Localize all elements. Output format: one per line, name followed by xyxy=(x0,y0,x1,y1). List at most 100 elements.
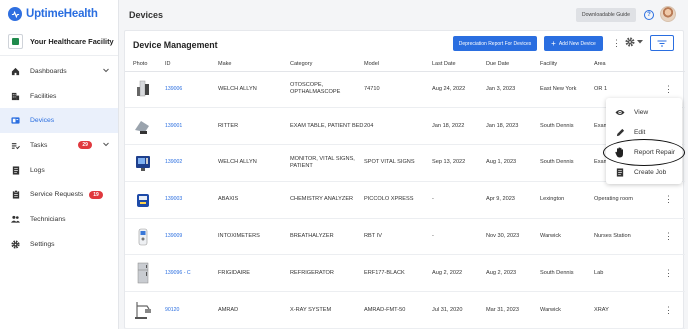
tasks-count-badge: 29 xyxy=(78,141,92,150)
table-row[interactable]: 139002 WELCH ALLYN MONITOR, VITAL SIGNS,… xyxy=(125,144,685,182)
sidebar-item-logs[interactable]: Logs xyxy=(0,158,118,183)
uptime-logo-icon xyxy=(8,7,22,21)
table-row[interactable]: 139001 RITTER EXAM TABLE, PATIENT BED 20… xyxy=(125,107,685,146)
sidebar-item-service-requests[interactable]: Service Requests 19 xyxy=(0,182,118,207)
device-make: INTOXIMETERS xyxy=(218,218,290,256)
device-make: WELCH ALLYN xyxy=(218,144,290,182)
device-facility: Warwick xyxy=(540,291,594,329)
filter-button[interactable] xyxy=(650,35,674,51)
page-title: Devices xyxy=(129,10,164,20)
facility-selector[interactable]: Your Healthcare Facility xyxy=(0,28,118,56)
column-header-area[interactable]: Area xyxy=(594,57,652,72)
table-row[interactable]: 139096 - C FRIGIDAIRE REFRIGERATOR ERF17… xyxy=(125,254,685,293)
table-row[interactable]: 139003 ABAXIS CHEMISTRY ANALYZER PICCOLO… xyxy=(125,181,685,219)
device-facility: Lexington xyxy=(540,181,594,219)
avatar[interactable] xyxy=(660,6,676,22)
table-header-row: Photo ID Make Category Model Last Date D… xyxy=(125,57,685,72)
sidebar-item-facilities[interactable]: Facilities xyxy=(0,84,118,109)
people-icon xyxy=(11,215,20,224)
chevron-down-icon[interactable] xyxy=(103,142,109,149)
column-header-make[interactable]: Make xyxy=(218,57,290,72)
device-model: AMRAD-FMT-50 xyxy=(364,291,432,329)
facility-logo-icon xyxy=(8,34,23,49)
top-bar: Devices Downloadable Guide ? xyxy=(119,0,688,30)
depreciation-report-button[interactable]: Depreciation Report For Devices xyxy=(453,36,537,51)
sidebar-item-devices[interactable]: Devices xyxy=(0,108,118,134)
device-id-link[interactable]: 139096 - C xyxy=(165,254,218,293)
device-due-date: Jan 18, 2023 xyxy=(486,107,540,146)
table-row[interactable]: 139009 INTOXIMETERS BREATHALYZER RBT IV … xyxy=(125,218,685,256)
device-id-link[interactable]: 90120 xyxy=(165,291,218,329)
sidebar-item-label: Devices xyxy=(30,117,55,125)
table-row[interactable]: 90120 AMRAD X-RAY SYSTEM AMRAD-FMT-50 Ju… xyxy=(125,291,685,329)
device-category: OTOSCOPE, OPTHALMASCOPE xyxy=(290,71,364,109)
device-photo-xray[interactable] xyxy=(133,299,153,321)
add-new-device-button[interactable]: + Add New Device xyxy=(544,36,603,51)
sidebar-item-label: Service Requests xyxy=(30,191,84,199)
column-header-facility[interactable]: Facility xyxy=(540,57,594,72)
downloadable-guide-button[interactable]: Downloadable Guide xyxy=(576,8,636,22)
pencil-icon xyxy=(615,127,625,137)
device-id-link[interactable]: 139002 xyxy=(165,144,218,182)
column-header-actions xyxy=(652,57,685,72)
device-make: AMRAD xyxy=(218,291,290,329)
brand[interactable]: UptimeHealth xyxy=(0,0,118,28)
device-facility: Warwick xyxy=(540,218,594,256)
column-header-due-date[interactable]: Due Date xyxy=(486,57,540,72)
menu-item-label: View xyxy=(634,108,649,116)
menu-item-view[interactable]: View xyxy=(606,102,682,122)
device-model: RBT IV xyxy=(364,218,432,256)
devices-icon xyxy=(11,116,20,125)
column-header-category[interactable]: Category xyxy=(290,57,364,72)
sidebar-item-label: Settings xyxy=(30,240,55,248)
device-last-date: Jul 31, 2020 xyxy=(432,291,486,329)
column-header-last-date[interactable]: Last Date xyxy=(432,57,486,72)
device-id-link[interactable]: 139009 xyxy=(165,218,218,256)
help-icon[interactable]: ? xyxy=(644,10,654,20)
device-id-link[interactable]: 139003 xyxy=(165,181,218,219)
eye-icon xyxy=(615,107,625,117)
device-due-date: Apr 9, 2023 xyxy=(486,181,540,219)
sidebar-item-tasks[interactable]: Tasks 29 xyxy=(0,133,118,158)
sidebar-item-dashboards[interactable]: Dashboards xyxy=(0,59,118,84)
device-id-link[interactable]: 139001 xyxy=(165,107,218,146)
tasks-icon xyxy=(11,141,20,150)
device-model: SPOT VITAL SIGNS xyxy=(364,144,432,182)
device-due-date: Jan 3, 2023 xyxy=(486,71,540,109)
service-requests-count-badge: 19 xyxy=(89,190,103,199)
sidebar-item-technicians[interactable]: Technicians xyxy=(0,207,118,232)
column-settings-button[interactable] xyxy=(625,37,643,47)
sidebar-item-settings[interactable]: Settings xyxy=(0,232,118,257)
add-new-device-label: Add New Device xyxy=(558,40,596,47)
more-options-icon[interactable]: ⋮ xyxy=(612,38,621,49)
column-header-model[interactable]: Model xyxy=(364,57,432,72)
sidebar-item-label: Facilities xyxy=(30,92,57,100)
chevron-down-icon[interactable] xyxy=(103,68,109,75)
device-photo-exam-table[interactable] xyxy=(133,115,153,137)
row-actions-kebab-icon[interactable]: ⋮ xyxy=(652,291,685,329)
plus-icon: + xyxy=(551,38,556,48)
device-photo-monitor[interactable] xyxy=(133,152,153,174)
device-model: 74710 xyxy=(364,71,432,109)
row-actions-kebab-icon[interactable]: ⋮ xyxy=(652,181,685,219)
table-row[interactable]: 139006 WELCH ALLYN OTOSCOPE, OPTHALMASCO… xyxy=(125,71,685,109)
building-icon xyxy=(11,92,20,101)
device-photo-breathalyzer[interactable] xyxy=(133,226,153,248)
device-photo-otoscope[interactable] xyxy=(133,78,153,100)
device-photo-fridge[interactable] xyxy=(133,262,153,284)
device-facility: East New York xyxy=(540,71,594,109)
menu-item-label: Edit xyxy=(634,128,646,136)
device-last-date: - xyxy=(432,218,486,256)
column-header-photo[interactable]: Photo xyxy=(125,57,165,72)
sidebar-nav: Dashboards Facilities Devices Tasks 29 L… xyxy=(0,59,118,257)
job-icon xyxy=(615,167,625,177)
row-actions-kebab-icon[interactable]: ⋮ xyxy=(652,254,685,293)
devices-table: Photo ID Make Category Model Last Date D… xyxy=(125,57,685,329)
row-actions-kebab-icon[interactable]: ⋮ xyxy=(652,218,685,256)
device-last-date: Aug 24, 2022 xyxy=(432,71,486,109)
annotation-highlight-circle xyxy=(603,139,685,166)
device-id-link[interactable]: 139006 xyxy=(165,71,218,109)
device-make: FRIGIDAIRE xyxy=(218,254,290,293)
column-header-id[interactable]: ID xyxy=(165,57,218,72)
device-photo-analyzer[interactable] xyxy=(133,189,153,211)
